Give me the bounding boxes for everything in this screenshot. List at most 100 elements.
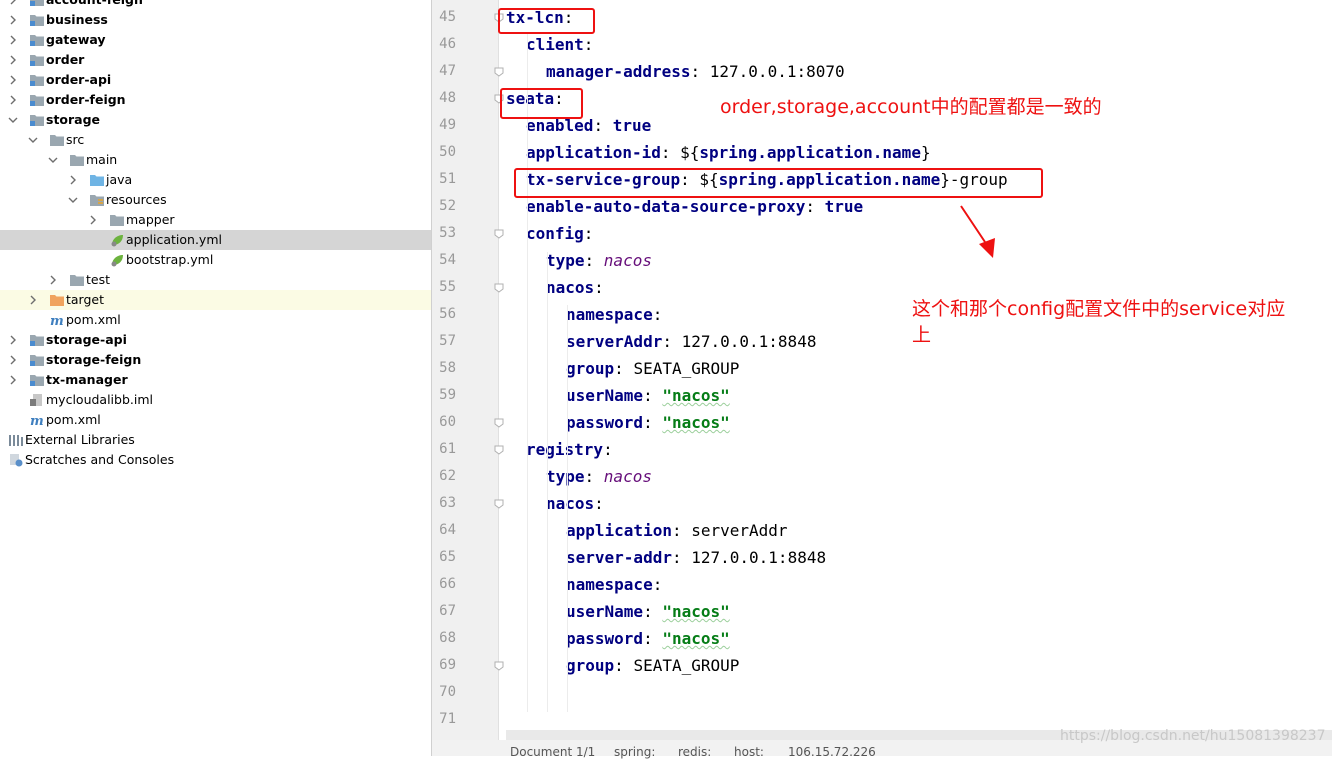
tree-item-account-feign[interactable]: account-feign — [0, 0, 431, 10]
svg-text:m: m — [30, 414, 44, 427]
tree-item-src[interactable]: src — [0, 130, 431, 150]
code-token: "nacos" — [662, 386, 730, 405]
tree-item-main[interactable]: main — [0, 150, 431, 170]
tree-item-mycloudalibb-iml[interactable]: mycloudalibb.iml — [0, 390, 431, 410]
tree-item-label: test — [86, 272, 111, 287]
chevron-right-icon[interactable] — [8, 354, 18, 366]
spring-yml-icon — [109, 253, 125, 267]
code-line: nacos: — [546, 490, 604, 517]
breadcrumb-redis[interactable]: redis: — [678, 745, 711, 759]
fold-marker-icon[interactable] — [494, 445, 504, 455]
code-token: registry — [526, 440, 604, 459]
code-line: group: SEATA_GROUP — [566, 652, 739, 679]
code-token: : serverAddr — [671, 521, 788, 540]
chevron-right-icon[interactable] — [68, 174, 78, 186]
tree-item-storage[interactable]: storage — [0, 110, 431, 130]
code-line: serverAddr: 127.0.0.1:8848 — [566, 328, 816, 355]
tree-item-resources[interactable]: resources — [0, 190, 431, 210]
code-token: nacos — [546, 278, 595, 297]
tree-item-order-api[interactable]: order-api — [0, 70, 431, 90]
code-token: : SEATA_GROUP — [614, 359, 740, 378]
code-line: server-addr: 127.0.0.1:8848 — [566, 544, 826, 571]
chevron-right-icon[interactable] — [8, 14, 18, 26]
module-folder-icon — [29, 33, 45, 47]
line-number: 45 — [439, 9, 456, 25]
scratches-icon — [8, 453, 24, 467]
tree-item-target[interactable]: target — [0, 290, 431, 310]
chevron-right-icon[interactable] — [28, 294, 38, 306]
module-folder-icon — [29, 13, 45, 27]
fold-marker-icon[interactable] — [494, 283, 504, 293]
code-token: type — [546, 467, 585, 486]
chevron-right-icon[interactable] — [8, 74, 18, 86]
code-line: config: — [526, 220, 593, 247]
chevron-right-icon[interactable] — [8, 54, 18, 66]
chevron-right-icon[interactable] — [8, 374, 18, 386]
code-line: type: nacos — [546, 463, 652, 490]
line-number: 54 — [439, 252, 456, 268]
breadcrumb-host-value[interactable]: 106.15.72.226 — [788, 745, 876, 759]
fold-marker-icon[interactable] — [494, 229, 504, 239]
tree-item-storage-feign[interactable]: storage-feign — [0, 350, 431, 370]
tree-item-external-libraries[interactable]: External Libraries — [0, 430, 431, 450]
breadcrumb-host[interactable]: host: — [734, 745, 764, 759]
tree-item-tx-manager[interactable]: tx-manager — [0, 370, 431, 390]
tree-item-gateway[interactable]: gateway — [0, 30, 431, 50]
svg-text:m: m — [50, 314, 64, 327]
tree-item-storage-api[interactable]: storage-api — [0, 330, 431, 350]
annotation-service-match-line2: 上 — [912, 324, 932, 346]
chevron-down-icon[interactable] — [48, 154, 58, 166]
chevron-right-icon[interactable] — [8, 334, 18, 346]
tree-item-label: order-feign — [46, 92, 126, 107]
tree-item-bootstrap-yml[interactable]: bootstrap.yml — [0, 250, 431, 270]
tree-item-label: Scratches and Consoles — [25, 452, 175, 467]
tree-item-pom-xml[interactable]: m pom.xml — [0, 410, 431, 430]
chevron-down-icon[interactable] — [68, 194, 78, 206]
code-token: : — [593, 116, 613, 135]
tree-item-label: application.yml — [126, 232, 222, 247]
tree-item-order-feign[interactable]: order-feign — [0, 90, 431, 110]
code-line: namespace: — [566, 571, 662, 598]
code-token: : — [643, 602, 663, 621]
tree-item-label: gateway — [46, 32, 106, 47]
tree-item-label: tx-manager — [46, 372, 128, 387]
tree-item-java[interactable]: java — [0, 170, 431, 190]
tree-item-pom-xml[interactable]: m pom.xml — [0, 310, 431, 330]
tree-item-application-yml[interactable]: application.yml — [0, 230, 431, 250]
chevron-down-icon[interactable] — [8, 114, 18, 126]
chevron-right-icon[interactable] — [8, 0, 18, 6]
tree-item-test[interactable]: test — [0, 270, 431, 290]
tree-item-scratches-and-consoles[interactable]: Scratches and Consoles — [0, 450, 431, 470]
fold-marker-icon[interactable] — [494, 67, 504, 77]
chevron-down-icon[interactable] — [28, 134, 38, 146]
tree-item-mapper[interactable]: mapper — [0, 210, 431, 230]
iml-file-icon — [29, 393, 45, 407]
line-number: 67 — [439, 603, 456, 619]
code-line: password: "nacos" — [566, 409, 730, 436]
folder-icon — [109, 213, 125, 227]
code-token: : — [584, 467, 604, 486]
tree-item-label: order — [46, 52, 85, 67]
breadcrumb-spring[interactable]: spring: — [614, 745, 655, 759]
tree-item-label: resources — [106, 192, 167, 207]
tree-item-label: pom.xml — [46, 412, 101, 427]
code-line: password: "nacos" — [566, 625, 730, 652]
chevron-right-icon[interactable] — [8, 34, 18, 46]
tree-item-business[interactable]: business — [0, 10, 431, 30]
chevron-right-icon[interactable] — [48, 274, 58, 286]
status-document: Document 1/1 — [510, 745, 596, 759]
module-folder-icon — [29, 333, 45, 347]
code-token: : — [652, 305, 663, 324]
fold-marker-icon[interactable] — [494, 418, 504, 428]
line-number: 56 — [439, 306, 456, 322]
chevron-right-icon[interactable] — [8, 94, 18, 106]
module-folder-icon — [29, 113, 45, 127]
chevron-right-icon[interactable] — [88, 214, 98, 226]
line-number: 63 — [439, 495, 456, 511]
tree-item-order[interactable]: order — [0, 50, 431, 70]
code-token: userName — [566, 386, 644, 405]
fold-marker-icon[interactable] — [494, 661, 504, 671]
fold-marker-icon[interactable] — [494, 499, 504, 509]
tree-item-label: order-api — [46, 72, 112, 87]
tree-item-label: mapper — [126, 212, 175, 227]
